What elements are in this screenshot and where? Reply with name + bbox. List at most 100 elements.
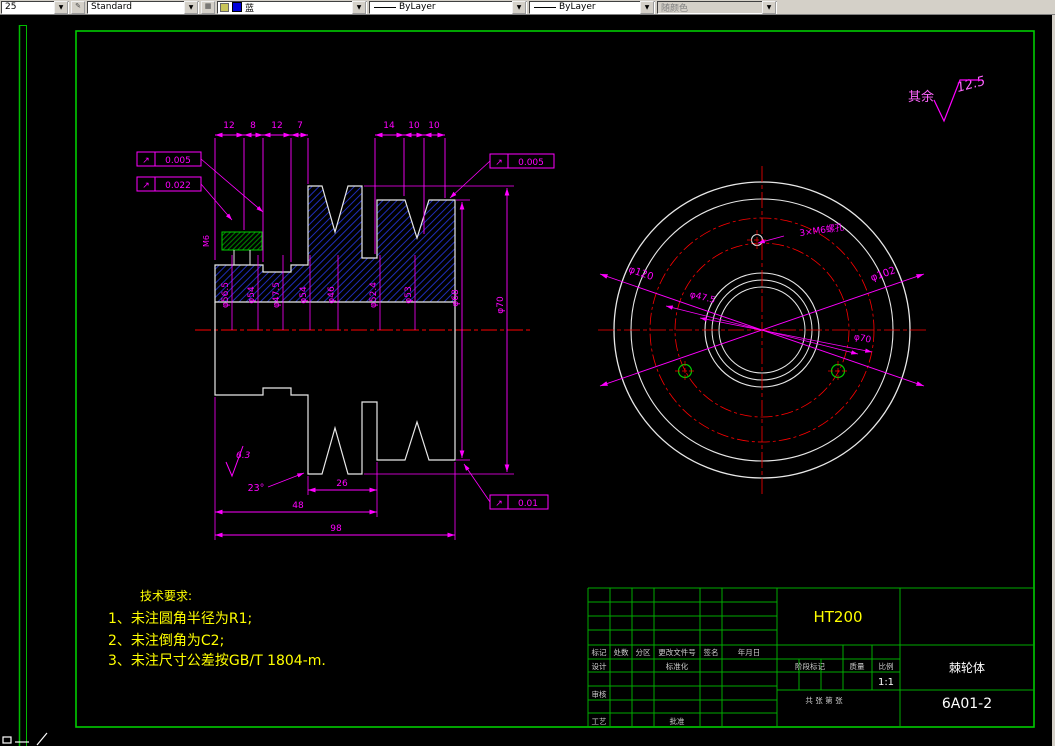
- toolbar: 25 ▼ ✎ Standard ▼ ▦ 蓝 ▼ ByLayer ▼ ByLaye…: [0, 0, 1055, 15]
- svg-text:共 张 第 张: 共 张 第 张: [805, 695, 843, 705]
- layer-state-icon: [220, 2, 229, 12]
- section-view: M6 12 8 12 7 14 10 10 φ56.5 φ54 φ47.5 φ5…: [136, 121, 555, 540]
- section-lower-profile: [214, 358, 456, 475]
- top-dim-labels: 12 8 12 7 14 10 10: [223, 121, 440, 131]
- svg-text:14: 14: [383, 121, 395, 131]
- svg-text:0.01: 0.01: [518, 499, 538, 509]
- lineweight-value: ByLayer: [559, 2, 596, 12]
- dimstyle-value: 25: [5, 2, 17, 12]
- svg-text:2、未注倒角为C2;: 2、未注倒角为C2;: [108, 633, 224, 649]
- ucs-icon: [2, 732, 48, 746]
- key-section: [221, 231, 263, 251]
- bolt-hole-right: [828, 361, 848, 381]
- plotstyle-value: 随颜色: [661, 3, 689, 14]
- svg-text:0.005: 0.005: [518, 158, 544, 168]
- technical-requirements: 技术要求: 1、未注圆角半径为R1; 2、未注倒角为C2; 3、未注尺寸公差按G…: [108, 589, 326, 669]
- svg-text:23°: 23°: [248, 483, 265, 494]
- chevron-down-icon[interactable]: ▼: [640, 0, 654, 14]
- svg-text:↗: ↗: [142, 181, 150, 191]
- circular-view: φ120 φ102 φ47.5 φ70 3×M6螺孔: [598, 166, 926, 494]
- title-block: HT200 棘轮体 6A01-2 标记 处数 分区 更改文件号 签名 年月日 设…: [587, 587, 1034, 727]
- svg-text:7: 7: [297, 121, 303, 131]
- svg-text:98: 98: [330, 524, 342, 534]
- drawing-number: 6A01-2: [942, 696, 992, 712]
- chevron-down-icon: ▼: [762, 0, 776, 14]
- svg-text:标准化: 标准化: [666, 661, 689, 671]
- tolerance-frame-3: ↗ 0.005: [449, 153, 555, 199]
- svg-text:3×M6螺孔: 3×M6螺孔: [799, 222, 845, 239]
- svg-text:3、未注尺寸公差按GB/T 1804-m.: 3、未注尺寸公差按GB/T 1804-m.: [108, 653, 326, 669]
- svg-text:12: 12: [271, 121, 282, 131]
- svg-text:↗: ↗: [495, 499, 503, 509]
- chevron-down-icon[interactable]: ▼: [54, 0, 68, 14]
- linetype-sample-icon: [374, 6, 396, 8]
- svg-text:处数: 处数: [614, 647, 629, 657]
- lineweight-combo[interactable]: ByLayer ▼: [529, 0, 655, 14]
- svg-text:φ70: φ70: [496, 296, 506, 314]
- svg-text:签名: 签名: [704, 647, 719, 657]
- cad-application-window: { "toolbar": { "combo_dim": "25", "combo…: [0, 0, 1055, 746]
- svg-text:φ54: φ54: [247, 286, 257, 304]
- svg-text:分区: 分区: [636, 648, 651, 657]
- svg-text:48: 48: [292, 501, 304, 511]
- svg-text:26: 26: [336, 479, 348, 489]
- bolt-hole-left: [675, 361, 695, 381]
- svg-text:8: 8: [250, 121, 256, 131]
- drawing-canvas[interactable]: M6 12 8 12 7 14 10 10 φ56.5 φ54 φ47.5 φ5…: [0, 0, 1055, 746]
- svg-text:批准: 批准: [670, 716, 685, 726]
- svg-text:10: 10: [428, 121, 440, 131]
- chevron-down-icon[interactable]: ▼: [512, 0, 526, 14]
- tolerance-frame-2: ↗ 0.022: [136, 176, 233, 221]
- bottom-dims: 26 48 98: [214, 397, 456, 540]
- dimstyle-combo[interactable]: 25 ▼: [1, 0, 69, 14]
- svg-text:其余: 其余: [908, 89, 934, 105]
- svg-text:12.5: 12.5: [955, 74, 987, 96]
- svg-text:质量: 质量: [850, 661, 865, 671]
- svg-text:技术要求:: 技术要求:: [140, 589, 192, 603]
- svg-text:φ52.4: φ52.4: [369, 282, 379, 308]
- svg-text:更改文件号: 更改文件号: [658, 647, 696, 657]
- surface-finish-6-3: 6.3: [225, 445, 251, 478]
- layer-color-swatch: [232, 2, 242, 12]
- svg-text:↗: ↗: [142, 156, 150, 166]
- svg-text:1、未注圆角半径为R1;: 1、未注圆角半径为R1;: [108, 611, 252, 627]
- scale-value: 1:1: [878, 677, 894, 688]
- svg-text:φ68: φ68: [451, 289, 461, 307]
- plotstyle-combo: 随颜色 ▼: [657, 0, 777, 14]
- svg-text:φ54: φ54: [299, 286, 309, 304]
- svg-text:φ70: φ70: [853, 332, 872, 345]
- key-thread-label: M6: [202, 235, 211, 247]
- linetype-value: ByLayer: [399, 2, 436, 12]
- toolbar-small-button-2[interactable]: ▦: [201, 0, 215, 14]
- bolt-hole-top: [747, 230, 767, 250]
- layer-value: 蓝: [245, 3, 255, 14]
- general-finish-note: 其余 12.5: [908, 74, 987, 123]
- angle-annotation: 23°: [248, 472, 305, 494]
- toolbar-small-button-1[interactable]: ✎: [71, 0, 85, 14]
- svg-text:设计: 设计: [592, 661, 607, 671]
- part-name: 棘轮体: [949, 661, 985, 675]
- tolerance-frame-4: ↗ 0.01: [463, 463, 549, 510]
- svg-text:0.005: 0.005: [165, 156, 191, 166]
- linetype-combo[interactable]: ByLayer ▼: [369, 0, 527, 14]
- svg-text:10: 10: [408, 121, 420, 131]
- material-label: HT200: [813, 608, 862, 626]
- svg-text:12: 12: [223, 121, 234, 131]
- lineweight-sample-icon: [534, 6, 556, 8]
- svg-text:审核: 审核: [592, 689, 607, 699]
- textstyle-combo[interactable]: Standard ▼: [87, 0, 199, 14]
- svg-text:阶段标记: 阶段标记: [795, 661, 825, 671]
- svg-text:0.022: 0.022: [165, 181, 191, 191]
- svg-text:工艺: 工艺: [592, 717, 607, 726]
- svg-text:φ53: φ53: [404, 286, 414, 303]
- svg-text:φ46: φ46: [327, 286, 337, 304]
- layer-combo[interactable]: 蓝 ▼: [217, 0, 367, 14]
- svg-text:6.3: 6.3: [236, 451, 251, 461]
- svg-text:φ47.5: φ47.5: [689, 290, 717, 306]
- chevron-down-icon[interactable]: ▼: [184, 0, 198, 14]
- textstyle-value: Standard: [91, 2, 132, 12]
- chevron-down-icon[interactable]: ▼: [352, 0, 366, 14]
- svg-text:φ47.5: φ47.5: [272, 282, 282, 308]
- svg-text:比例: 比例: [879, 661, 894, 671]
- svg-text:↗: ↗: [495, 158, 503, 168]
